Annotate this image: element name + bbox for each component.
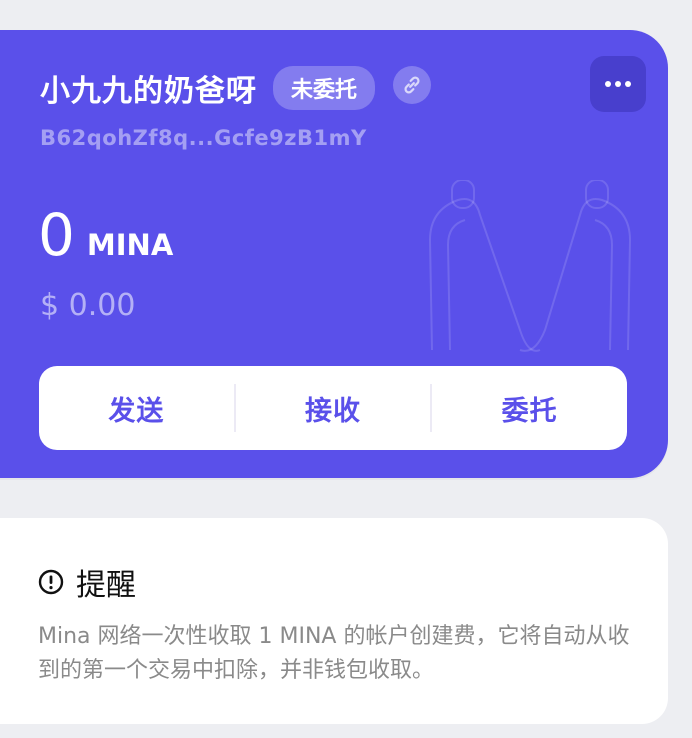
delegate-button[interactable]: 委托 [432,366,627,450]
more-dots-icon [605,81,631,87]
account-header: 小九九的奶爸呀 未委托 [40,66,432,110]
balance-amount: 0 [38,201,75,269]
delegation-status-badge: 未委托 [273,66,376,110]
notice-title: 提醒 [76,568,136,603]
mina-logo-watermark [428,180,632,352]
wallet-address[interactable]: B62qohZf8q...Gcfe9zB1mY [40,126,367,150]
send-button[interactable]: 发送 [39,366,234,450]
wallet-card: 小九九的奶爸呀 未委托 B62qohZf8q...Gcfe9zB1mY 0 MI… [0,30,668,478]
action-bar: 发送 接收 委托 [39,366,627,450]
notice-header: 提醒 [38,560,136,604]
balance-unit: MINA [86,228,174,262]
exclamation-circle-icon [38,569,64,595]
balance: 0 MINA [38,206,173,264]
account-name: 小九九的奶爸呀 [40,74,257,109]
notice-body: Mina 网络一次性收取 1 MINA 的帐户创建费，它将自动从收到的第一个交易… [38,624,630,683]
link-icon[interactable] [393,66,432,104]
fiat-value: $ 0.00 [40,288,136,323]
more-options-button[interactable] [590,56,646,112]
notice-card: 提醒 Mina 网络一次性收取 1 MINA 的帐户创建费，它将自动从收到的第一… [0,518,668,724]
receive-button[interactable]: 接收 [236,366,431,450]
